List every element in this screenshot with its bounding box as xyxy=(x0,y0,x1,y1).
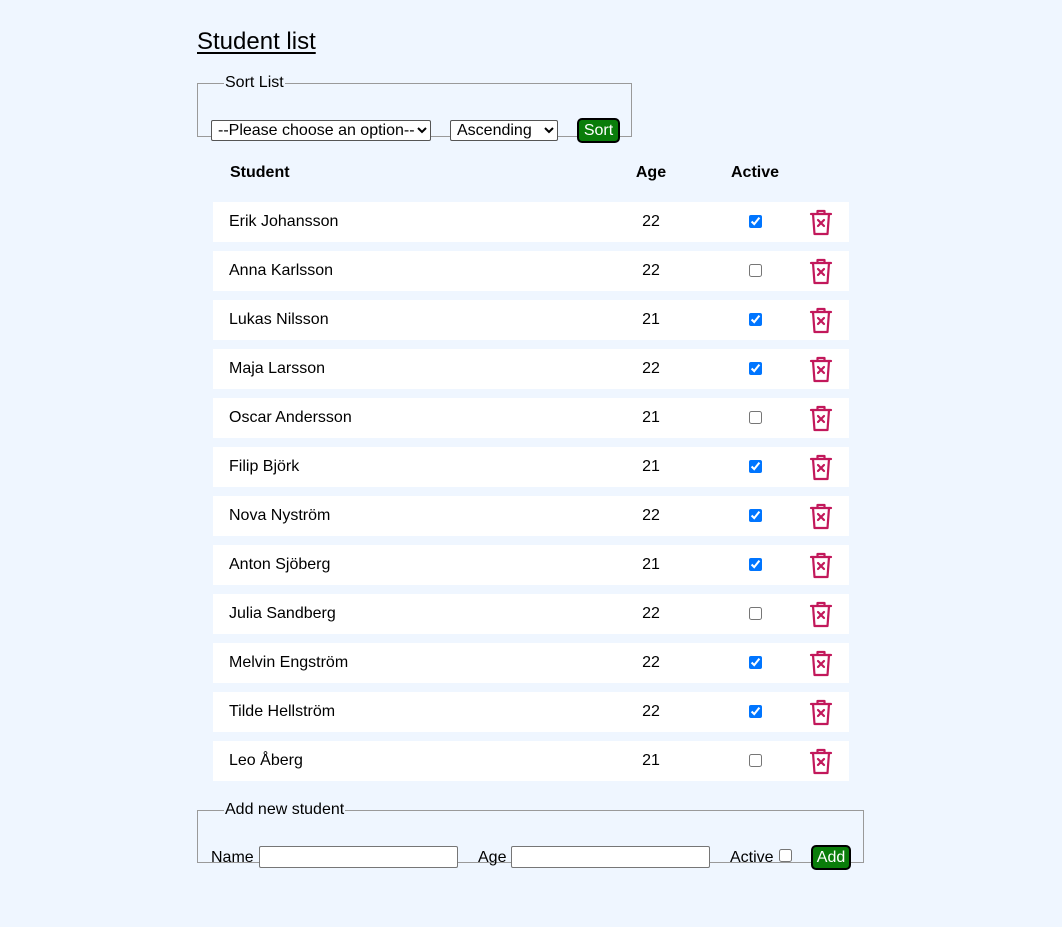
student-name: Tilde Hellström xyxy=(229,703,336,720)
student-row: Maja Larsson 22 xyxy=(213,349,849,389)
student-age: 22 xyxy=(642,703,660,720)
delete-student-button[interactable] xyxy=(809,258,833,285)
student-active-checkbox[interactable] xyxy=(749,313,762,326)
student-active-checkbox[interactable] xyxy=(749,215,762,228)
name-label: Name xyxy=(211,849,254,866)
header-active: Active xyxy=(730,164,780,181)
student-row: Nova Nyström 22 xyxy=(213,496,849,536)
student-row: Leo Åberg 21 xyxy=(213,741,849,781)
student-age: 21 xyxy=(642,556,660,573)
table-header: Student Age Active xyxy=(213,164,849,184)
active-checkbox[interactable] xyxy=(779,849,792,862)
student-row: Anton Sjöberg 21 xyxy=(213,545,849,585)
student-row: Tilde Hellström 22 xyxy=(213,692,849,732)
delete-student-button[interactable] xyxy=(809,552,833,579)
student-name: Oscar Andersson xyxy=(229,409,352,426)
delete-student-button[interactable] xyxy=(809,307,833,334)
student-age: 22 xyxy=(642,654,660,671)
student-name: Julia Sandberg xyxy=(229,605,336,622)
student-name: Anton Sjöberg xyxy=(229,556,331,573)
trash-x-icon xyxy=(809,209,833,236)
sort-order-select[interactable]: Ascending xyxy=(450,120,558,141)
trash-x-icon xyxy=(809,650,833,677)
trash-x-icon xyxy=(809,748,833,775)
trash-x-icon xyxy=(809,258,833,285)
page-title: Student list xyxy=(197,28,316,55)
student-list: Erik Johansson 22 Anna Karlsson 22 Lukas Nil… xyxy=(213,202,849,790)
student-name: Filip Björk xyxy=(229,458,300,475)
student-age: 21 xyxy=(642,752,660,769)
student-name: Melvin Engström xyxy=(229,654,349,671)
trash-x-icon xyxy=(809,405,833,432)
student-row: Erik Johansson 22 xyxy=(213,202,849,242)
add-student-fieldset: Add new student Name Age Active Add xyxy=(197,801,864,870)
sort-list-legend: Sort List xyxy=(225,74,284,91)
sort-button[interactable]: Sort xyxy=(577,118,620,143)
student-active-checkbox[interactable] xyxy=(749,656,762,669)
student-age: 22 xyxy=(642,262,660,279)
delete-student-button[interactable] xyxy=(809,650,833,677)
student-row: Anna Karlsson 22 xyxy=(213,251,849,291)
student-row: Melvin Engström 22 xyxy=(213,643,849,683)
name-input[interactable] xyxy=(259,846,458,868)
delete-student-button[interactable] xyxy=(809,503,833,530)
trash-x-icon xyxy=(809,601,833,628)
student-row: Filip Björk 21 xyxy=(213,447,849,487)
age-label: Age xyxy=(478,849,507,866)
header-age: Age xyxy=(635,164,667,181)
student-row: Lukas Nilsson 21 xyxy=(213,300,849,340)
student-active-checkbox[interactable] xyxy=(749,509,762,522)
student-active-checkbox[interactable] xyxy=(749,362,762,375)
student-active-checkbox[interactable] xyxy=(749,460,762,473)
student-row: Oscar Andersson 21 xyxy=(213,398,849,438)
student-name: Leo Åberg xyxy=(229,752,303,769)
student-active-checkbox[interactable] xyxy=(749,264,762,277)
student-name: Maja Larsson xyxy=(229,360,326,377)
delete-student-button[interactable] xyxy=(809,748,833,775)
student-name: Lukas Nilsson xyxy=(229,311,329,328)
trash-x-icon xyxy=(809,454,833,481)
student-age: 21 xyxy=(642,311,660,328)
delete-student-button[interactable] xyxy=(809,454,833,481)
student-name: Erik Johansson xyxy=(229,213,339,230)
student-active-checkbox[interactable] xyxy=(749,607,762,620)
sort-field-select[interactable]: --Please choose an option-- xyxy=(211,120,431,141)
delete-student-button[interactable] xyxy=(809,209,833,236)
student-active-checkbox[interactable] xyxy=(749,754,762,767)
student-name: Nova Nyström xyxy=(229,507,331,524)
age-input[interactable] xyxy=(511,846,710,868)
delete-student-button[interactable] xyxy=(809,601,833,628)
student-age: 22 xyxy=(642,360,660,377)
delete-student-button[interactable] xyxy=(809,405,833,432)
add-student-legend: Add new student xyxy=(225,801,345,818)
student-age: 21 xyxy=(642,409,660,426)
student-age: 22 xyxy=(642,213,660,230)
student-active-checkbox[interactable] xyxy=(749,411,762,424)
student-age: 22 xyxy=(642,507,660,524)
add-button[interactable]: Add xyxy=(811,845,851,870)
student-age: 21 xyxy=(642,458,660,475)
trash-x-icon xyxy=(809,503,833,530)
sort-list-fieldset: Sort List --Please choose an option-- As… xyxy=(197,74,632,143)
trash-x-icon xyxy=(809,307,833,334)
header-student: Student xyxy=(230,164,290,181)
active-label: Active xyxy=(730,849,774,866)
student-name: Anna Karlsson xyxy=(229,262,334,279)
delete-student-button[interactable] xyxy=(809,356,833,383)
student-active-checkbox[interactable] xyxy=(749,705,762,718)
student-age: 22 xyxy=(642,605,660,622)
trash-x-icon xyxy=(809,699,833,726)
trash-x-icon xyxy=(809,356,833,383)
student-row: Julia Sandberg 22 xyxy=(213,594,849,634)
student-active-checkbox[interactable] xyxy=(749,558,762,571)
trash-x-icon xyxy=(809,552,833,579)
delete-student-button[interactable] xyxy=(809,699,833,726)
